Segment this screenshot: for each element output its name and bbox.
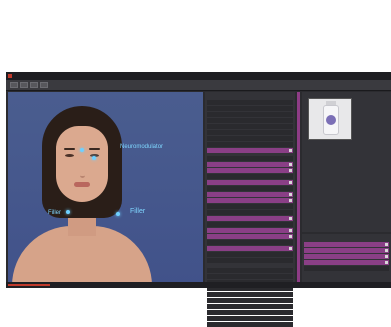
nose	[80, 162, 85, 178]
list-item[interactable]	[207, 204, 293, 209]
face-model	[56, 126, 108, 202]
panel-splitter[interactable]	[297, 92, 300, 286]
list-item[interactable]	[207, 142, 293, 147]
injection-point-cheek-left[interactable]	[66, 210, 70, 214]
status-bar	[6, 282, 391, 288]
list-item[interactable]	[207, 274, 293, 279]
filler-label-left: Filler	[48, 210, 61, 216]
checkbox[interactable]	[385, 243, 388, 246]
app-window: Neuromodulator Filler Filler	[6, 72, 391, 327]
product-image	[308, 98, 352, 140]
list-item[interactable]	[207, 112, 293, 117]
list-item[interactable]	[207, 234, 293, 239]
checkbox[interactable]	[289, 181, 292, 184]
title-bar	[6, 72, 391, 80]
list-item[interactable]	[304, 254, 389, 259]
list-item[interactable]	[207, 222, 293, 227]
screenshot-frame: Neuromodulator Filler Filler	[0, 0, 391, 327]
checkbox[interactable]	[385, 255, 388, 258]
list-item[interactable]	[207, 304, 293, 309]
checkbox[interactable]	[289, 149, 292, 152]
list-item[interactable]	[207, 100, 293, 105]
rewind-icon[interactable]	[30, 82, 38, 88]
list-item[interactable]	[207, 136, 293, 141]
list-item[interactable]	[207, 130, 293, 135]
toolbar	[6, 80, 391, 91]
checkbox[interactable]	[289, 247, 292, 250]
list-item[interactable]	[207, 252, 293, 257]
list-item[interactable]	[207, 106, 293, 111]
list-item[interactable]	[207, 118, 293, 123]
checkbox[interactable]	[289, 229, 292, 232]
checkbox[interactable]	[385, 261, 388, 264]
injection-point-glabella[interactable]	[92, 156, 96, 160]
left-brow	[64, 148, 75, 150]
list-item[interactable]	[304, 248, 389, 253]
list-item[interactable]	[207, 148, 293, 153]
list-item[interactable]	[207, 298, 293, 303]
list-item[interactable]	[207, 192, 293, 197]
list-item[interactable]	[207, 198, 293, 203]
checkbox[interactable]	[289, 199, 292, 202]
list-item[interactable]	[207, 156, 293, 161]
list-item[interactable]	[207, 310, 293, 315]
injection-point-forehead[interactable]	[80, 148, 84, 152]
left-eye	[65, 154, 74, 157]
neuromodulator-label: Neuromodulator	[120, 144, 164, 150]
injection-point-cheek-right[interactable]	[116, 212, 120, 216]
list-item[interactable]	[207, 216, 293, 221]
list-item[interactable]	[207, 186, 293, 191]
list-item[interactable]	[207, 174, 293, 179]
list-item[interactable]	[207, 180, 293, 185]
list-item[interactable]	[207, 322, 293, 327]
product-panel	[302, 92, 391, 232]
app-icon	[8, 74, 12, 78]
checkbox[interactable]	[289, 217, 292, 220]
status-accent	[8, 284, 50, 286]
play-icon[interactable]	[10, 82, 18, 88]
forward-icon[interactable]	[40, 82, 48, 88]
checkbox[interactable]	[289, 235, 292, 238]
checkbox[interactable]	[289, 169, 292, 172]
face-viewport[interactable]: Neuromodulator Filler Filler	[8, 92, 203, 286]
selected-products-panel	[302, 234, 391, 286]
lips	[74, 182, 90, 187]
list-item[interactable]	[207, 292, 293, 297]
list-item[interactable]	[207, 168, 293, 173]
filler-label-right: Filler	[130, 208, 146, 215]
list-item[interactable]	[304, 260, 389, 265]
checkbox[interactable]	[289, 193, 292, 196]
list-item[interactable]	[207, 162, 293, 167]
list-item[interactable]	[207, 316, 293, 321]
list-item[interactable]	[207, 258, 293, 263]
treatment-list-panel	[205, 92, 295, 327]
stop-icon[interactable]	[20, 82, 28, 88]
right-brow	[89, 148, 100, 150]
list-item[interactable]	[207, 210, 293, 215]
list-item[interactable]	[207, 240, 293, 245]
checkbox[interactable]	[289, 163, 292, 166]
bottle-logo-icon	[326, 115, 336, 125]
list-item[interactable]	[207, 228, 293, 233]
list-item[interactable]	[304, 266, 389, 271]
list-item[interactable]	[207, 246, 293, 251]
list-item[interactable]	[304, 242, 389, 247]
checkbox[interactable]	[385, 249, 388, 252]
list-item[interactable]	[207, 124, 293, 129]
list-item[interactable]	[207, 268, 293, 273]
